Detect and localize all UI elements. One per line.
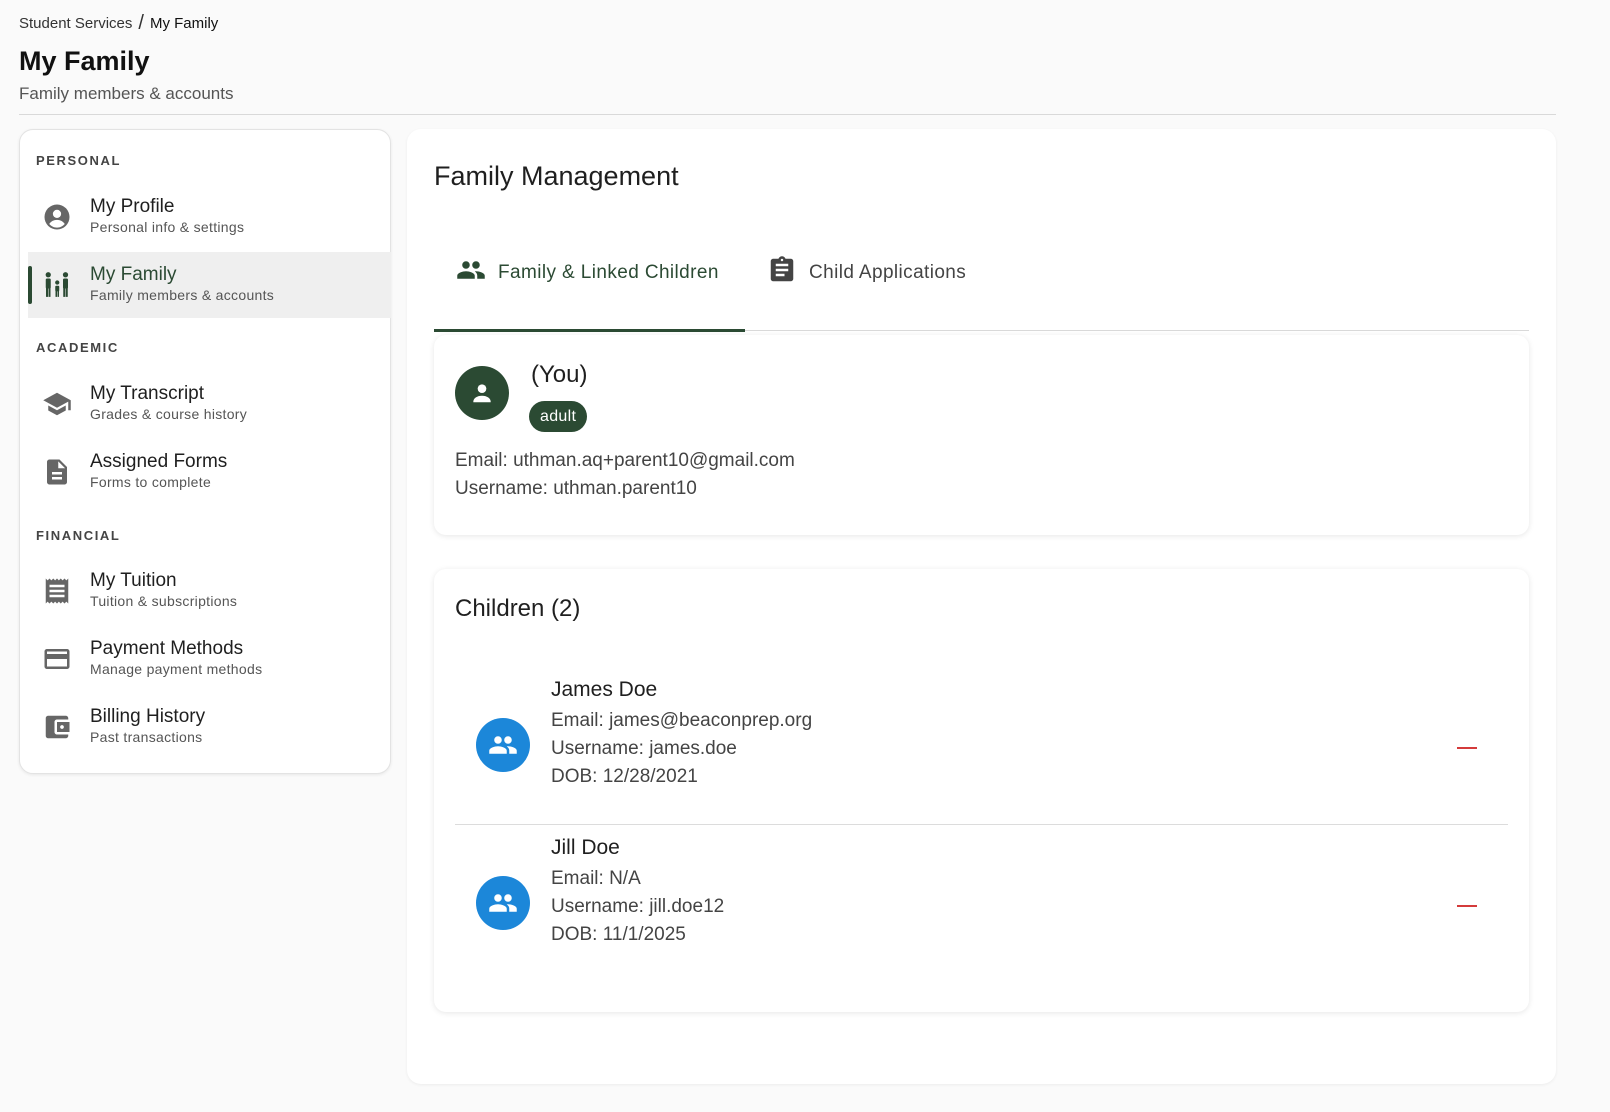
- sidebar-item-subtitle: Tuition & subscriptions: [90, 593, 238, 609]
- list-item: Jill Doe Email: N/A Username: jill.doe12…: [455, 826, 1508, 983]
- child-name: James Doe: [551, 678, 658, 701]
- tab-label: Family & Linked Children: [498, 261, 719, 283]
- sidebar-item-my-tuition[interactable]: My Tuition Tuition & subscriptions: [28, 558, 391, 624]
- clipboard-icon: [767, 255, 797, 291]
- sidebar-item-title: Billing History: [90, 706, 206, 727]
- sidebar-item-payment-methods[interactable]: Payment Methods Manage payment methods: [28, 626, 391, 692]
- avatar: [455, 366, 509, 420]
- sidebar-item-title: Payment Methods: [90, 638, 244, 659]
- sidebar-item-subtitle: Family members & accounts: [90, 287, 275, 303]
- profile-name: (You): [531, 361, 588, 388]
- child-username: Username: james.doe: [551, 738, 737, 759]
- sidebar-item-subtitle: Forms to complete: [90, 474, 212, 490]
- tab-child-applications[interactable]: Child Applications: [767, 214, 966, 331]
- avatar: [476, 876, 530, 930]
- tab-family-linked-children[interactable]: Family & Linked Children: [434, 214, 745, 332]
- main-content: Family Management Family & Linked Childr…: [407, 129, 1556, 1084]
- people-icon: [489, 894, 517, 912]
- role-badge: adult: [529, 401, 588, 432]
- child-email: Email: N/A: [551, 868, 641, 889]
- people-icon: [456, 255, 486, 291]
- breadcrumb: Student Services / My Family: [19, 12, 218, 35]
- section-label-financial: FINANCIAL: [36, 528, 121, 543]
- child-email: Email: james@beaconprep.org: [551, 710, 813, 731]
- sidebar-item-assigned-forms[interactable]: Assigned Forms Forms to complete: [28, 439, 391, 505]
- credit-card-icon: [42, 644, 72, 674]
- remove-child-button[interactable]: [1455, 740, 1479, 756]
- sidebar-item-title: My Profile: [90, 196, 175, 217]
- avatar: [476, 718, 530, 772]
- section-label-personal: PERSONAL: [36, 153, 122, 168]
- profile-username: Username: uthman.parent10: [455, 478, 697, 499]
- breadcrumb-separator: /: [138, 12, 144, 34]
- section-label-academic: ACADEMIC: [36, 340, 119, 355]
- sidebar-item-my-profile[interactable]: My Profile Personal info & settings: [28, 184, 391, 250]
- sidebar-item-my-transcript[interactable]: My Transcript Grades & course history: [28, 371, 391, 437]
- sidebar-item-subtitle: Grades & course history: [90, 406, 248, 422]
- sidebar-item-title: Assigned Forms: [90, 451, 228, 472]
- remove-child-button[interactable]: [1455, 898, 1479, 914]
- sidebar-item-title: My Family: [90, 264, 177, 285]
- header-divider: [19, 114, 1556, 115]
- page-title: My Family: [19, 46, 150, 76]
- family-icon: [42, 270, 72, 300]
- sidebar: PERSONAL My Profile Personal info & sett…: [19, 129, 391, 774]
- sidebar-item-billing-history[interactable]: Billing History Past transactions: [28, 694, 391, 760]
- breadcrumb-parent-link[interactable]: Student Services: [19, 15, 132, 32]
- breadcrumb-current: My Family: [149, 15, 219, 32]
- child-dob: DOB: 11/1/2025: [551, 924, 686, 945]
- child-name: Jill Doe: [551, 836, 620, 859]
- profile-email: Email: uthman.aq+parent10@gmail.com: [455, 450, 795, 471]
- document-icon: [42, 457, 72, 487]
- wallet-icon: [42, 712, 72, 742]
- section-title: Family Management: [434, 161, 679, 191]
- people-icon: [489, 736, 517, 754]
- children-card: Children (2) James Doe Email: james@beac…: [434, 569, 1529, 1012]
- sidebar-item-subtitle: Manage payment methods: [90, 661, 263, 677]
- list-item: James Doe Email: james@beaconprep.org Us…: [455, 668, 1508, 825]
- receipt-icon: [42, 576, 72, 606]
- person-icon: [473, 384, 491, 403]
- sidebar-item-my-family[interactable]: My Family Family members & accounts: [28, 252, 391, 318]
- sidebar-item-subtitle: Past transactions: [90, 729, 203, 745]
- child-dob: DOB: 12/28/2021: [551, 766, 698, 787]
- sidebar-item-subtitle: Personal info & settings: [90, 219, 245, 235]
- page-subtitle: Family members & accounts: [19, 84, 234, 103]
- sidebar-item-title: My Transcript: [90, 383, 205, 404]
- minus-icon: [1457, 905, 1477, 907]
- tab-bar: Family & Linked Children Child Applicati…: [434, 214, 1529, 332]
- children-title: Children (2): [455, 595, 581, 622]
- tab-label: Child Applications: [809, 261, 967, 283]
- graduation-cap-icon: [42, 389, 72, 419]
- profile-card: (You) adult Email: uthman.aq+parent10@gm…: [434, 335, 1529, 535]
- child-username: Username: jill.doe12: [551, 896, 725, 917]
- minus-icon: [1457, 747, 1477, 749]
- sidebar-item-title: My Tuition: [90, 570, 177, 591]
- account-circle-icon: [42, 202, 72, 232]
